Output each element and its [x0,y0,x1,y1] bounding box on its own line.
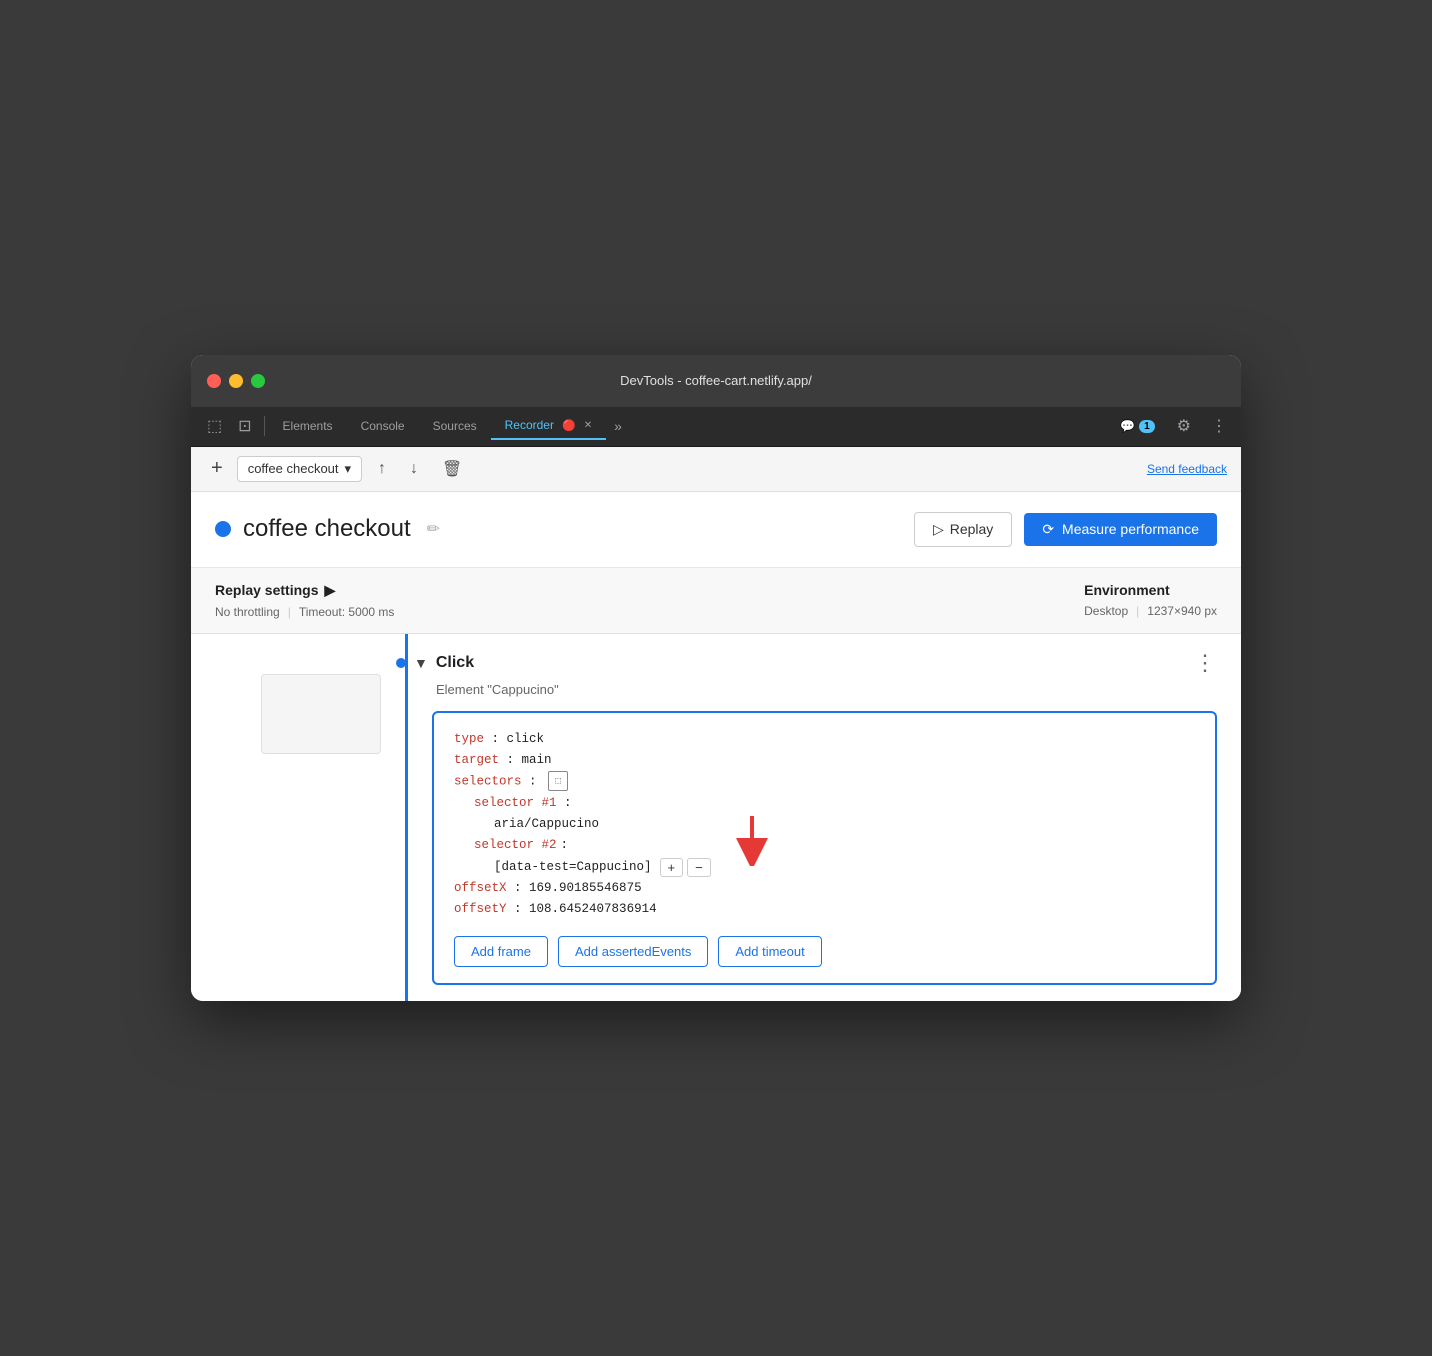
step-thumbnail-image [261,674,381,754]
add-timeout-button[interactable]: Add timeout [718,936,821,967]
toolbar: + coffee checkout ▾ ↑ ↓ 🗑 Send feedback [191,447,1241,492]
delete-button[interactable]: 🗑 [434,455,470,483]
environment-section: Environment Desktop | 1237×940 px [1084,582,1217,618]
step-collapse-icon[interactable]: ▼ [414,655,428,671]
resolution-label: 1237×940 px [1147,604,1217,618]
chat-icon: 💬 [1120,419,1135,433]
replay-settings-title[interactable]: Replay settings ▶ [215,582,394,599]
recording-selector[interactable]: coffee checkout ▾ [237,456,362,482]
step-header: ▼ Click ⋮ [432,650,1217,676]
step-indicator [396,658,406,668]
settings-divider: | [288,605,291,619]
feedback-badge-button[interactable]: 💬 1 [1112,415,1163,437]
throttling-label: No throttling [215,605,280,619]
recording-dot [215,521,231,537]
desktop-label: Desktop [1084,604,1128,618]
window-title: DevTools - coffee-cart.netlify.app/ [620,373,812,388]
selector-remove-button[interactable]: − [687,858,711,877]
selector-add-button[interactable]: + [660,858,684,877]
cursor-icon[interactable]: ⬚ [199,412,230,440]
import-button[interactable]: ↓ [402,456,426,482]
devtools-window: DevTools - coffee-cart.netlify.app/ ⬚ ⊡ … [191,355,1241,1002]
environment-details: Desktop | 1237×940 px [1084,604,1217,618]
code-line-selector1: selector #1 : [454,793,1195,814]
traffic-lights [207,374,265,388]
maximize-button[interactable] [251,374,265,388]
add-recording-button[interactable]: + [205,455,229,482]
selector-action-btns: + − [660,858,711,877]
env-divider: | [1136,604,1139,618]
play-icon: ▷ [933,521,944,538]
tab-elements[interactable]: Elements [269,413,347,439]
close-button[interactable] [207,374,221,388]
tab-sources[interactable]: Sources [419,413,491,439]
step-menu-icon[interactable]: ⋮ [1194,650,1217,676]
tab-close-icon[interactable]: ✕ [584,420,592,431]
replay-settings-section: Replay settings ▶ No throttling | Timeou… [215,582,394,619]
step-detail-panel: ▼ Click ⋮ Element "Cappucino" type : cli… [405,634,1241,1002]
code-line-selectors: selectors : ⬚ [454,771,1195,793]
red-arrow-svg [732,816,772,866]
replay-settings-details: No throttling | Timeout: 5000 ms [215,605,394,619]
replay-button[interactable]: ▷ Replay [914,512,1012,547]
tabbar: ⬚ ⊡ Elements Console Sources Recorder 🔴 … [191,407,1241,447]
minimize-button[interactable] [229,374,243,388]
recording-selector-label: coffee checkout [248,461,339,476]
code-line-selector2: selector #2 : [454,835,1195,856]
send-feedback-link[interactable]: Send feedback [1147,462,1227,476]
chevron-right-icon: ▶ [324,582,335,599]
selector-tool-icon: ⬚ [548,771,568,791]
header-actions: ▷ Replay ⟳ Measure performance [914,512,1217,547]
recording-title: coffee checkout [243,515,411,543]
more-menu-icon[interactable]: ⋮ [1205,412,1233,440]
edit-title-icon[interactable]: ✏ [427,519,440,539]
delete-icon: 🗑 [442,459,462,479]
tab-more-button[interactable]: » [606,414,630,438]
tab-console[interactable]: Console [347,413,419,439]
titlebar: DevTools - coffee-cart.netlify.app/ [191,355,1241,407]
export-icon: ↑ [378,460,386,478]
measure-performance-button[interactable]: ⟳ Measure performance [1024,513,1217,546]
add-asserted-events-button[interactable]: Add assertedEvents [558,936,708,967]
code-line-selector2-val: [data-test=Cappucino] + − [454,857,1195,878]
step-type-label: Click [436,654,1186,672]
code-line-target: target : main [454,750,1195,771]
measure-icon: ⟳ [1042,521,1054,538]
tabbar-right: 💬 1 ⚙ ⋮ [1112,412,1233,440]
code-line-offsetX: offsetX : 169.90185546875 [454,878,1195,899]
import-icon: ↓ [410,460,418,478]
recording-header-area: coffee checkout ✏ ▷ Replay ⟳ Measure per… [191,492,1241,568]
settings-bar: Replay settings ▶ No throttling | Timeou… [191,568,1241,634]
badge-count: 1 [1139,420,1155,433]
settings-icon[interactable]: ⚙ [1171,412,1197,440]
dropdown-icon: ▾ [345,461,352,477]
inspect-icon[interactable]: ⊡ [230,412,259,440]
steps-thumbnail [191,634,381,1002]
step-element-label: Element "Cappucino" [436,682,1217,697]
code-line-type: type : click [454,729,1195,750]
export-button[interactable]: ↑ [370,456,394,482]
tab-recorder[interactable]: Recorder 🔴 ✕ [491,412,606,440]
step-footer-actions: Add frame Add assertedEvents Add timeout [454,936,1195,967]
code-block: type : click target : main selectors : ⬚… [432,711,1217,986]
code-line-selector1-val: aria/Cappucino [454,814,1195,835]
recording-header: coffee checkout ✏ ▷ Replay ⟳ Measure per… [215,512,1217,567]
tab-separator [264,416,265,436]
steps-area: ▼ Click ⋮ Element "Cappucino" type : cli… [191,634,1241,1002]
timeout-label: Timeout: 5000 ms [299,605,395,619]
code-line-offsetY: offsetY : 108.6452407836914 [454,899,1195,920]
environment-title: Environment [1084,582,1217,598]
add-frame-button[interactable]: Add frame [454,936,548,967]
